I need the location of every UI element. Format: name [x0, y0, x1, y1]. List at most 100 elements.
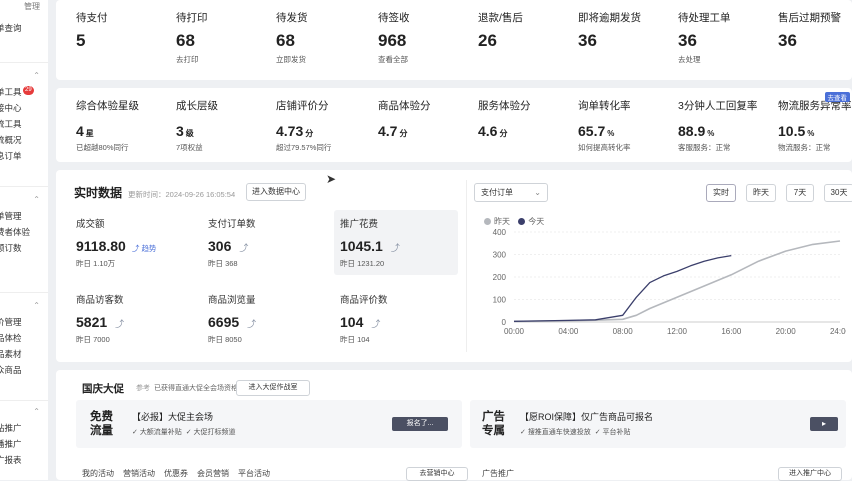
sidebar-item[interactable]: 站推广 [0, 420, 48, 436]
sidebar-top-label[interactable]: 管理 [24, 1, 40, 12]
line-chart: 0 100 200 300 400 00:00 04:00 08:00 12:00 16:00 20… [493, 228, 846, 336]
bottom-tab-4[interactable]: 平台活动 [238, 469, 270, 478]
kpi-action-link[interactable]: 查看全部 [378, 54, 410, 65]
sidebar-item[interactable]: 单管理 [0, 208, 48, 224]
kpi-action-link[interactable]: 去打印 [176, 54, 208, 65]
sidebar-item[interactable]: 播推广 [0, 436, 48, 452]
divider [466, 180, 467, 352]
trend-icon[interactable]: ⤴ [247, 319, 256, 329]
sidebar-item[interactable]: 费者体验 [0, 224, 48, 240]
bottom-tab-1[interactable]: 营销活动 [123, 469, 155, 478]
check-badge[interactable]: 去查看 [824, 92, 850, 102]
legend-swatch [484, 218, 491, 226]
kpi-order-4[interactable]: 退款/售后 26 [478, 10, 523, 54]
y-tick-label: 300 [493, 251, 507, 260]
trend-icon[interactable]: ⤴ [115, 319, 124, 329]
bottom-tab-0[interactable]: 我的活动 [82, 469, 114, 478]
kpi-score-1[interactable]: 成长层级 3级 7项权益 [176, 98, 218, 153]
chevron-up-icon[interactable]: ⌃ [33, 404, 40, 420]
promo-free-register-button[interactable]: 报名了... [392, 417, 448, 431]
sidebar-item[interactable]: 单查询 [0, 20, 48, 36]
chevron-up-icon[interactable]: ⌃ [33, 192, 40, 208]
promo-free-label: 免费流量 [90, 411, 113, 437]
kpi-value: 88.9% [678, 123, 715, 139]
enter-data-center-button[interactable]: 进入数据中心 [246, 183, 306, 201]
kpi-action-link[interactable]: 去处理 [678, 54, 731, 65]
legend-swatch [518, 218, 526, 226]
trend-icon[interactable]: ⤴ [239, 243, 248, 253]
kpi-order-1[interactable]: 待打印 68 去打印 [176, 10, 208, 65]
legend-item-today[interactable]: 今天 [518, 217, 544, 226]
kpi-order-2[interactable]: 待发货 68 立即发货 [276, 10, 308, 65]
kpi-label: 待打印 [176, 12, 208, 24]
chevron-up-icon[interactable]: ⌃ [33, 68, 40, 84]
range-30d-button[interactable]: 30天 [824, 184, 852, 202]
promo-ad-go-button[interactable]: ▸ [810, 417, 838, 431]
kpi-score-4[interactable]: 服务体验分 4.6 分 [478, 98, 531, 142]
kpi-action-link[interactable]: 立即发货 [276, 54, 308, 65]
kpi-score-0[interactable]: 综合体验星级 4星 已超越80%同行 [76, 98, 139, 153]
sidebar-item[interactable]: 流概况 [0, 132, 48, 148]
kpi-value: 968 [378, 31, 407, 50]
kpi-label: 售后过期预警 [778, 12, 841, 24]
promo-free-traffic[interactable]: 免费流量 【必报】大促主会场 ✓ 大额流量补贴 ✓ 大促打标频道 报名了... [76, 400, 462, 448]
order-status-card: 待支付 5 待打印 68 去打印 待发货 68 立即发货 待签收 968 查看全部 退… [56, 0, 852, 80]
chevron-up-icon[interactable]: ⌃ [33, 298, 40, 314]
kpi-label: 待处理工单 [678, 12, 731, 24]
trend-button[interactable]: ⤴ 趋势 [132, 244, 157, 253]
kpi-order-7[interactable]: 售后过期预警 36 [778, 10, 841, 54]
sidebar-item[interactable]: 品体检 [0, 330, 48, 346]
kpi-value: 65.7% [578, 123, 615, 139]
metric-reviews: 商品评价数 104 ⤴ 昨日 104 [340, 292, 460, 345]
metric-value: 104 [340, 314, 364, 330]
sidebar-item[interactable]: 流工具 [0, 116, 48, 132]
promo-war-room-button[interactable]: 进入大促作战室 [236, 380, 310, 396]
ad-center-button[interactable]: 进入推广中心 [778, 467, 842, 481]
trend-icon[interactable]: ⤴ [391, 243, 400, 253]
kpi-order-5[interactable]: 即将逾期发货 36 [578, 10, 641, 54]
sidebar-item[interactable]: 单工具 29 [0, 84, 48, 100]
sidebar-badge: 29 [23, 86, 34, 95]
x-tick-label: 08:00 [613, 327, 634, 336]
kpi-score-3[interactable]: 商品体验分 4.7 分 [378, 98, 431, 142]
sidebar-divider [0, 186, 48, 187]
kpi-value: 36 [578, 31, 597, 50]
metric-yesterday: 昨日 1231.20 [340, 259, 385, 268]
sidebar-item[interactable]: 接中心 [0, 100, 48, 116]
range-yesterday-button[interactable]: 昨天 [746, 184, 776, 202]
kpi-sub: 7项权益 [176, 143, 203, 152]
sidebar-item[interactable]: 品素材 [0, 346, 48, 362]
range-7d-button[interactable]: 7天 [786, 184, 814, 202]
kpi-score-7[interactable]: 物流服务异常率 10.5% 物流服务：正常 [778, 98, 852, 153]
legend-item-yesterday[interactable]: 昨天 [484, 217, 510, 226]
realtime-title: 实时数据 [74, 186, 123, 200]
promo-ad-exclusive[interactable]: 广告专属 【愿ROI保障】仅广告商品可报名 ✓ 搜推直通车快速投放 ✓ 平台补贴… [470, 400, 846, 448]
marketing-center-button[interactable]: 去营销中心 [406, 467, 468, 481]
kpi-order-3[interactable]: 待签收 968 查看全部 [378, 10, 410, 65]
bottom-tab-2[interactable]: 优惠券 [164, 469, 188, 478]
metric-name: 推广花费 [340, 219, 379, 230]
kpi-score-6[interactable]: 3分钟人工回复率 88.9% 客服服务：正常 [678, 98, 757, 153]
sidebar-item[interactable]: 众商品 [0, 362, 48, 378]
promo-card: 国庆大促 参考 已获得直通大促全会场资格 进入大促作战室 免费流量 【必报】大促主… [56, 370, 852, 481]
mouse-cursor-icon: ➤ [326, 172, 337, 186]
bottom-tab-3[interactable]: 会员营销 [197, 469, 229, 478]
promo-free-title: 【必报】大促主会场 [132, 412, 214, 422]
kpi-order-0[interactable]: 待支付 5 [76, 10, 108, 54]
sidebar: 管理 单查询 ⌃ 单工具 29 接中心 流工具 流概况 息订单 ⌃ 单管理 费者体… [0, 0, 48, 480]
kpi-order-6[interactable]: 待处理工单 36 去处理 [678, 10, 731, 65]
range-realtime-button[interactable]: 实时 [706, 184, 736, 202]
kpi-score-5[interactable]: 询单转化率 65.7% 如何提高转化率 [578, 98, 631, 153]
sidebar-item[interactable]: 广报表 [0, 452, 48, 468]
kpi-value: 36 [678, 31, 697, 50]
sidebar-item[interactable]: 价管理 [0, 314, 48, 330]
sidebar-item[interactable]: 息订单 [0, 148, 48, 164]
kpi-score-2[interactable]: 店铺评价分 4.73 分 超过79.57%同行 [276, 98, 331, 153]
sidebar-item[interactable]: 额订数 [0, 240, 48, 256]
metric-ad-spend[interactable]: 推广花费 1045.1 ⤴ 昨日 1231.20 [334, 210, 458, 275]
kpi-value: 68 [276, 31, 295, 50]
metric-value: 306 [208, 238, 232, 254]
trend-icon[interactable]: ⤴ [371, 319, 380, 329]
x-tick-label: 04:00 [558, 327, 579, 336]
chart-metric-select[interactable]: 支付订单 ⌄ [474, 183, 548, 202]
